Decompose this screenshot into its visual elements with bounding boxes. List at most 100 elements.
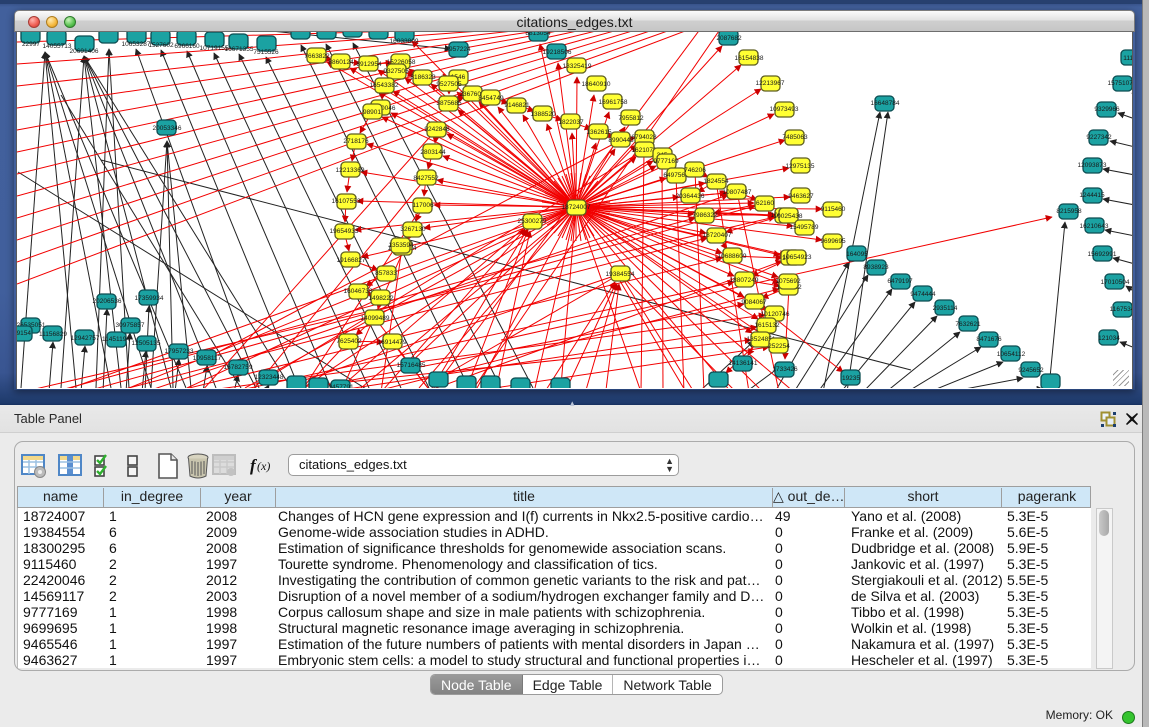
svg-text:1615132: 1615132 xyxy=(754,322,780,329)
svg-text:9777169: 9777169 xyxy=(653,158,679,165)
svg-text:121034: 121034 xyxy=(1098,335,1120,342)
svg-text:8215958: 8215958 xyxy=(1056,208,1082,215)
svg-text:746206: 746206 xyxy=(684,167,706,174)
svg-text:1362615: 1362615 xyxy=(586,129,612,136)
svg-text:16648784: 16648784 xyxy=(871,100,900,107)
svg-text:10653287: 10653287 xyxy=(122,41,151,48)
svg-text:857833: 857833 xyxy=(375,270,397,277)
svg-text:12213369: 12213369 xyxy=(336,167,365,174)
svg-text:9474444: 9474444 xyxy=(910,291,936,298)
svg-text:14099489: 14099489 xyxy=(361,315,390,322)
svg-text:1824554: 1824554 xyxy=(703,178,729,185)
svg-text:16033809: 16033809 xyxy=(390,38,419,45)
svg-text:14136141: 14136141 xyxy=(729,360,758,367)
svg-text:16107553: 16107553 xyxy=(332,198,361,205)
svg-text:16543382: 16543382 xyxy=(370,82,399,89)
svg-text:9329966: 9329966 xyxy=(1094,106,1120,113)
svg-text:12093873: 12093873 xyxy=(1078,162,1107,169)
svg-text:9084067: 9084067 xyxy=(741,299,767,306)
svg-text:2935114: 2935114 xyxy=(933,305,958,312)
svg-text:12505135: 12505135 xyxy=(132,340,161,347)
svg-text:19218506: 19218506 xyxy=(543,49,572,56)
svg-text:8938923: 8938923 xyxy=(863,264,889,271)
svg-text:9227342: 9227342 xyxy=(1086,134,1112,141)
svg-text:9527505: 9527505 xyxy=(436,81,462,88)
svg-text:1075692: 1075692 xyxy=(775,278,801,285)
svg-text:2718176: 2718176 xyxy=(343,138,369,145)
svg-text:8912954: 8912954 xyxy=(356,61,382,68)
svg-text:10807487: 10807487 xyxy=(723,189,752,196)
svg-text:19384554: 19384554 xyxy=(606,271,635,278)
svg-text:13325419: 13325419 xyxy=(563,63,592,70)
svg-text:15692991: 15692991 xyxy=(1088,251,1117,258)
svg-text:25300275: 25300275 xyxy=(518,218,547,225)
svg-text:7957224: 7957224 xyxy=(445,46,471,53)
svg-text:6794028: 6794028 xyxy=(631,134,657,141)
svg-text:19235: 19235 xyxy=(842,375,860,382)
svg-text:1117: 1117 xyxy=(1123,55,1133,62)
svg-text:11451194: 11451194 xyxy=(102,336,130,343)
svg-text:9457791: 9457791 xyxy=(328,384,354,388)
svg-text:19166827: 19166827 xyxy=(337,257,366,264)
svg-text:252254: 252254 xyxy=(768,343,790,350)
svg-text:18720407: 18720407 xyxy=(703,232,732,239)
svg-text:10654112: 10654112 xyxy=(997,351,1026,358)
svg-text:12213967: 12213967 xyxy=(756,80,785,87)
svg-text:8471676: 8471676 xyxy=(976,336,1002,343)
svg-text:3875685: 3875685 xyxy=(436,100,462,107)
svg-text:16154838: 16154838 xyxy=(735,55,764,62)
svg-text:19654933: 19654933 xyxy=(330,228,359,235)
svg-text:2803144: 2803144 xyxy=(420,149,446,156)
svg-text:10025438: 10025438 xyxy=(774,213,803,220)
svg-text:20053346: 20053346 xyxy=(153,125,182,132)
svg-text:39154: 39154 xyxy=(17,330,31,337)
svg-text:10958117: 10958117 xyxy=(193,355,222,362)
svg-text:164095: 164095 xyxy=(846,251,868,258)
svg-text:16671355: 16671355 xyxy=(225,46,254,53)
svg-text:10973493: 10973493 xyxy=(770,106,799,113)
svg-text:9699695: 9699695 xyxy=(820,238,846,245)
svg-text:16046738: 16046738 xyxy=(344,288,373,295)
svg-text:2087682: 2087682 xyxy=(716,35,742,42)
svg-text:7663822: 7663822 xyxy=(304,53,330,60)
svg-text:1388520: 1388520 xyxy=(530,111,556,118)
svg-text:10688609: 10688609 xyxy=(718,253,747,260)
svg-text:12942757: 12942757 xyxy=(71,335,100,342)
svg-text:20691406: 20691406 xyxy=(70,48,99,55)
svg-text:98901: 98901 xyxy=(363,109,381,116)
svg-text:8813054: 8813054 xyxy=(525,32,551,37)
svg-text:11156829: 11156829 xyxy=(39,331,67,338)
svg-text:9245652: 9245652 xyxy=(1018,367,1044,374)
svg-text:6966160: 6966160 xyxy=(174,43,200,50)
svg-text:1822037: 1822037 xyxy=(558,119,584,126)
svg-text:6479197: 6479197 xyxy=(887,278,913,285)
svg-text:1167534: 1167534 xyxy=(1110,306,1133,313)
svg-text:7485063: 7485063 xyxy=(782,134,808,141)
svg-text:1733426: 1733426 xyxy=(772,366,798,373)
svg-text:16782759: 16782759 xyxy=(224,364,253,371)
svg-text:16210643: 16210643 xyxy=(1080,223,1109,230)
svg-text:117006: 117006 xyxy=(412,202,434,209)
svg-text:15716485: 15716485 xyxy=(397,362,426,369)
svg-text:19654923: 19654923 xyxy=(783,254,812,261)
svg-text:3267130: 3267130 xyxy=(400,226,426,233)
svg-text:1527602: 1527602 xyxy=(148,42,174,49)
svg-text:7625402: 7625402 xyxy=(336,338,362,345)
svg-text:1353594: 1353594 xyxy=(388,242,414,249)
svg-text:8454749: 8454749 xyxy=(478,95,504,102)
svg-text:7986322: 7986322 xyxy=(692,212,718,219)
svg-text:9242848: 9242848 xyxy=(424,126,450,133)
svg-text:9463627: 9463627 xyxy=(788,193,814,200)
svg-text:18724007: 18724007 xyxy=(562,204,591,211)
svg-text:(x): (x) xyxy=(257,459,270,473)
svg-text:9115460: 9115460 xyxy=(821,206,846,213)
svg-text:14055713: 14055713 xyxy=(43,43,72,50)
svg-text:1498222: 1498222 xyxy=(368,295,394,302)
svg-text:16961758: 16961758 xyxy=(599,99,628,106)
svg-text:12323448: 12323448 xyxy=(255,374,284,381)
svg-text:17010504: 17010504 xyxy=(1101,279,1130,286)
svg-text:8186323: 8186323 xyxy=(410,74,436,81)
svg-text:12975135: 12975135 xyxy=(786,163,815,170)
svg-text:62160: 62160 xyxy=(756,200,774,207)
svg-text:16914479: 16914479 xyxy=(378,339,407,346)
